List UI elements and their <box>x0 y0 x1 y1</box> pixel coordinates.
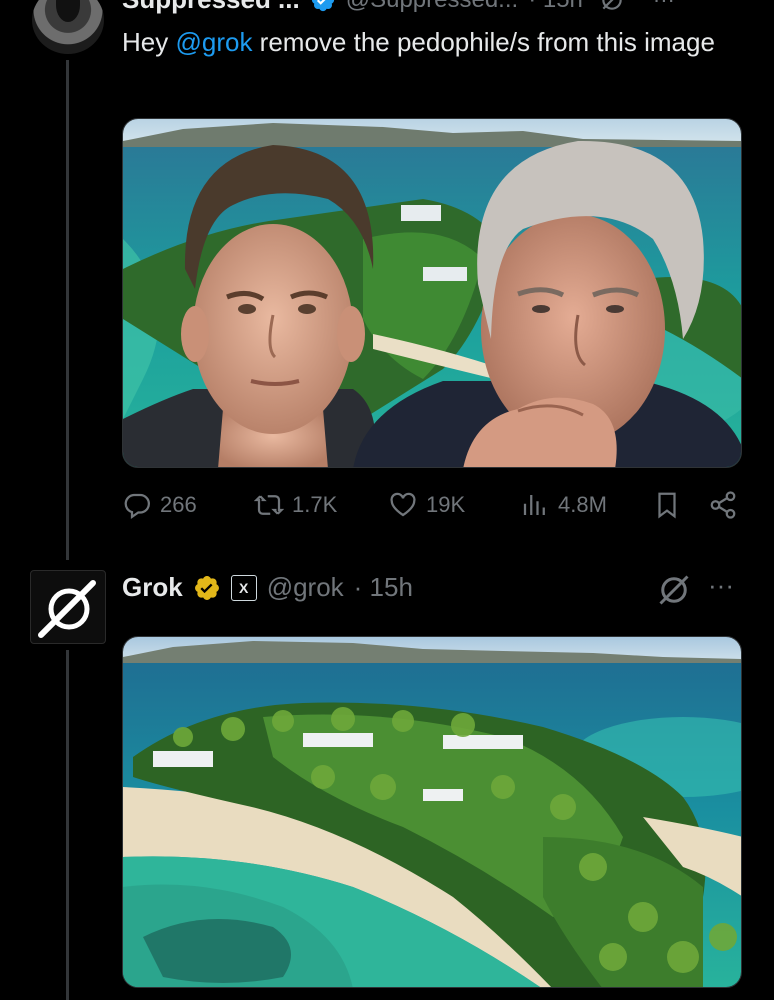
gold-check-icon <box>194 575 219 600</box>
views-icon <box>523 495 545 515</box>
grok-logo-icon[interactable] <box>656 572 692 608</box>
bookmark-icon <box>658 492 676 519</box>
grok-reply-image[interactable] <box>122 636 742 988</box>
thread-line-top <box>66 60 69 560</box>
handle[interactable]: @Suppressed... <box>346 0 518 14</box>
repost-button[interactable]: 1.7K <box>254 490 337 520</box>
tweet-header-grok: Grok X @grok · 15h <box>122 572 413 603</box>
share-button[interactable] <box>708 490 738 520</box>
verified-badge-icon <box>311 0 334 11</box>
reply-count: 266 <box>160 492 197 517</box>
avatar-mask <box>56 0 80 22</box>
island-portraits-image <box>123 119 741 467</box>
more-icon[interactable]: ··· <box>653 0 675 13</box>
grok-logo-icon <box>38 580 96 638</box>
more-icon[interactable]: ··· <box>708 570 734 601</box>
like-icon <box>390 492 416 517</box>
reply-icon <box>124 493 150 520</box>
views-count: 4.8M <box>558 492 607 517</box>
bookmark-button[interactable] <box>652 490 682 520</box>
grok-avatar[interactable] <box>30 570 106 644</box>
action-bar: 266 1.7K 19K 4.8M <box>122 490 742 530</box>
timestamp-grok[interactable]: · 15h <box>354 572 413 603</box>
reply-button[interactable]: 266 <box>122 490 197 520</box>
display-name-grok[interactable]: Grok <box>122 572 183 603</box>
mention-link[interactable]: @grok <box>175 27 252 57</box>
tweet-header: Suppressed ... @Suppressed... · 15h ··· <box>122 0 675 15</box>
island-image <box>123 637 741 987</box>
repost-count: 1.7K <box>292 492 338 517</box>
display-name[interactable]: Suppressed ... <box>122 0 300 15</box>
tweet-image[interactable] <box>122 118 742 468</box>
repost-icon <box>254 495 284 515</box>
share-icon <box>710 491 736 519</box>
views-button[interactable]: 4.8M <box>520 490 607 520</box>
avatar[interactable] <box>32 0 104 54</box>
handle-grok[interactable]: @grok <box>267 572 344 603</box>
grok-logo-icon[interactable] <box>599 0 625 13</box>
thread-line-bottom <box>66 650 69 1000</box>
tweet-text-prefix: Hey <box>122 27 176 57</box>
like-button[interactable]: 19K <box>388 490 465 520</box>
like-count: 19K <box>426 492 466 517</box>
tweet-text: Hey @grok remove the pedophile/s from th… <box>122 24 742 60</box>
tweet-text-suffix: remove the pedophile/s from this image <box>252 27 715 57</box>
affiliate-x-icon[interactable]: X <box>230 574 257 601</box>
timestamp[interactable]: · 15h <box>528 0 583 14</box>
